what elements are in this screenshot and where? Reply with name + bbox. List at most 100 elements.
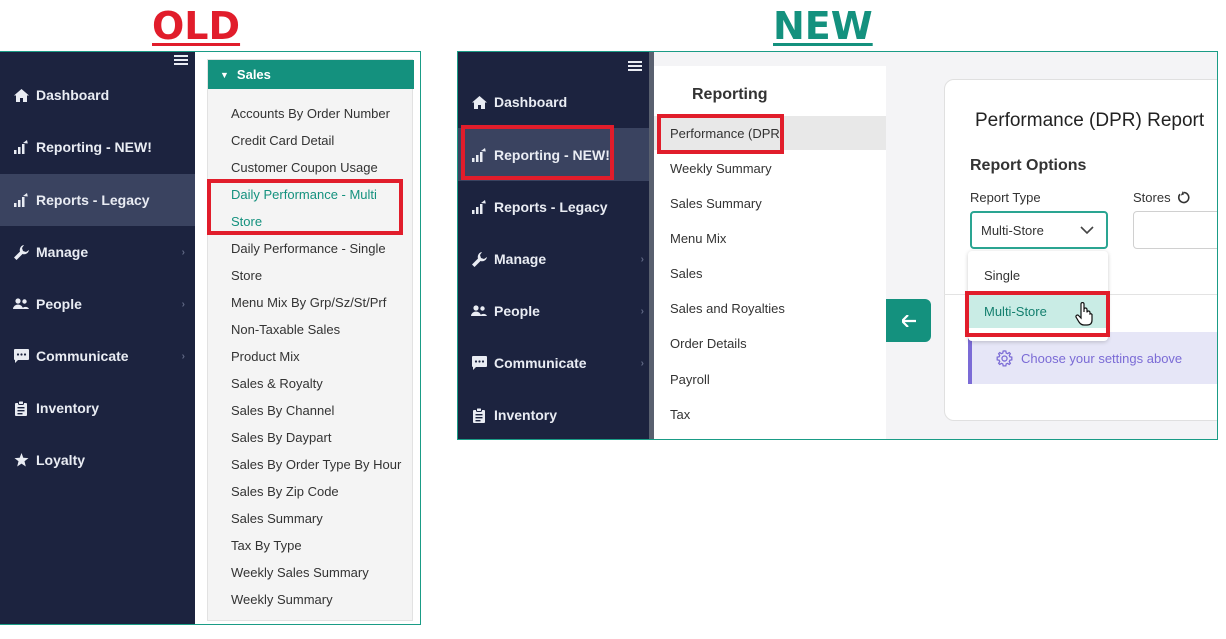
dropdown-option-single[interactable]: Single	[968, 258, 1108, 292]
submenu-item[interactable]: Payroll	[654, 362, 886, 396]
chevron-right-icon: ›	[640, 305, 644, 317]
chevron-right-icon: ›	[181, 350, 185, 362]
stores-select[interactable]	[1133, 211, 1217, 249]
nav-label: Manage	[36, 244, 89, 260]
wrench-icon	[469, 251, 489, 267]
nav-label: People	[494, 303, 540, 319]
new-nav-dashboard[interactable]: Dashboard	[458, 76, 654, 128]
highlight-box-multi-store	[965, 291, 1110, 337]
chevron-right-icon: ›	[181, 246, 185, 258]
stores-label: Stores	[1133, 190, 1171, 205]
new-nav-reports-legacy[interactable]: Reports - Legacy	[458, 181, 654, 233]
chevron-right-icon: ›	[640, 253, 644, 265]
nav-label: Communicate	[494, 355, 587, 371]
chevron-right-icon: ›	[181, 298, 185, 310]
sales-section-title: Sales	[236, 67, 271, 82]
old-nav-manage[interactable]: Manage ›	[0, 226, 195, 278]
chart-up-icon	[11, 193, 31, 207]
home-icon	[11, 88, 31, 102]
old-sidebar: Dashboard Reporting - NEW! Reports - Leg…	[0, 52, 195, 624]
caret-down-icon: ▼	[220, 69, 229, 80]
report-link[interactable]: Weekly Sales Summary	[231, 559, 409, 586]
old-nav-reports-legacy[interactable]: Reports - Legacy	[0, 174, 195, 226]
new-screenshot-frame: Dashboard Reporting - NEW! Reports - Leg…	[457, 51, 1218, 440]
new-nav-communicate[interactable]: Communicate ›	[458, 337, 654, 389]
clipboard-icon	[11, 400, 31, 416]
menu-icon[interactable]	[628, 61, 642, 71]
submenu-item[interactable]: Tax	[654, 397, 886, 431]
report-link[interactable]: Customer Coupon Usage	[231, 154, 409, 181]
chart-up-icon	[469, 200, 489, 214]
old-nav-reporting-new[interactable]: Reporting - NEW!	[0, 121, 195, 173]
arrow-left-icon	[901, 314, 916, 327]
report-link[interactable]: Store	[231, 262, 409, 289]
nav-label: Dashboard	[36, 87, 110, 103]
report-link[interactable]: Credit Card Detail	[231, 127, 409, 154]
nav-label: Communicate	[36, 348, 129, 364]
report-link[interactable]: Sales Summary	[231, 505, 409, 532]
report-link[interactable]: Weekly Summary	[231, 586, 409, 613]
nav-label: Loyalty	[36, 452, 86, 468]
gear-icon	[996, 349, 1013, 367]
clipboard-icon	[469, 407, 489, 423]
chat-icon	[11, 349, 31, 363]
report-link[interactable]: Product Mix	[231, 343, 409, 370]
submenu-item[interactable]: Sales Summary	[654, 186, 886, 220]
wrench-icon	[11, 244, 31, 260]
nav-label: Inventory	[494, 407, 558, 423]
nav-label: Reporting - NEW!	[36, 139, 152, 155]
old-heading: OLD	[152, 4, 241, 48]
report-type-select[interactable]: Multi-Store	[970, 211, 1108, 249]
report-link[interactable]: Menu Mix By Grp/Sz/St/Prf	[231, 289, 409, 316]
highlight-box-performance-dpr	[657, 114, 784, 154]
menu-icon[interactable]	[174, 55, 188, 65]
submenu-item[interactable]: Weekly Summary	[654, 151, 886, 185]
chevron-right-icon: ›	[640, 357, 644, 369]
report-link[interactable]: Sales By Order Type By Hour	[231, 451, 409, 478]
sales-section-header[interactable]: ▼ Sales	[208, 60, 414, 89]
old-nav-inventory[interactable]: Inventory	[0, 382, 195, 434]
report-link[interactable]: Sales & Royalty	[231, 370, 409, 397]
info-text: Choose your settings above	[1021, 350, 1183, 366]
new-nav-inventory[interactable]: Inventory	[458, 389, 654, 439]
nav-label: Dashboard	[494, 94, 568, 110]
report-link[interactable]: Sales By Daypart	[231, 424, 409, 451]
nav-label: Reports - Legacy	[36, 192, 150, 208]
people-icon	[469, 305, 489, 317]
people-icon	[11, 298, 31, 310]
highlight-box-reporting-new	[461, 125, 614, 180]
report-link[interactable]: Sales By Zip Code	[231, 478, 409, 505]
new-heading: NEW	[773, 4, 873, 48]
old-nav-loyalty[interactable]: Loyalty	[0, 434, 195, 486]
new-sidebar: Dashboard Reporting - NEW! Reports - Leg…	[458, 52, 654, 439]
report-type-label: Report Type	[970, 190, 1041, 205]
chart-up-icon	[11, 140, 31, 154]
stores-label-group: Stores	[1133, 190, 1190, 205]
star-icon	[11, 453, 31, 467]
report-link[interactable]: Non-Taxable Sales	[231, 316, 409, 343]
old-nav-communicate[interactable]: Communicate ›	[0, 330, 195, 382]
submenu-title: Reporting	[692, 86, 768, 103]
report-options-heading: Report Options	[970, 157, 1087, 174]
back-arrow-button[interactable]	[886, 299, 931, 342]
submenu-item[interactable]: Order Details	[654, 326, 886, 360]
report-link[interactable]: Accounts By Order Number	[231, 100, 409, 127]
submenu-item[interactable]: Sales	[654, 256, 886, 290]
submenu-item[interactable]: Menu Mix	[654, 221, 886, 255]
report-link[interactable]: Sales By Channel	[231, 397, 409, 424]
report-link[interactable]: Tax By Type	[231, 532, 409, 559]
chat-icon	[469, 356, 489, 370]
nav-label: Reports - Legacy	[494, 199, 608, 215]
old-nav-dashboard[interactable]: Dashboard	[0, 69, 195, 121]
chevron-down-icon	[1080, 226, 1094, 235]
report-type-value: Multi-Store	[981, 222, 1044, 238]
home-icon	[469, 95, 489, 109]
report-title: Performance (DPR) Report	[975, 110, 1205, 131]
refresh-icon[interactable]	[1177, 191, 1190, 204]
new-nav-people[interactable]: People ›	[458, 285, 654, 337]
highlight-box-old-report	[207, 179, 403, 235]
old-nav-people[interactable]: People ›	[0, 278, 195, 330]
report-link[interactable]: Daily Performance - Single	[231, 235, 409, 262]
new-nav-manage[interactable]: Manage ›	[458, 233, 654, 285]
submenu-item[interactable]: Sales and Royalties	[654, 291, 886, 325]
